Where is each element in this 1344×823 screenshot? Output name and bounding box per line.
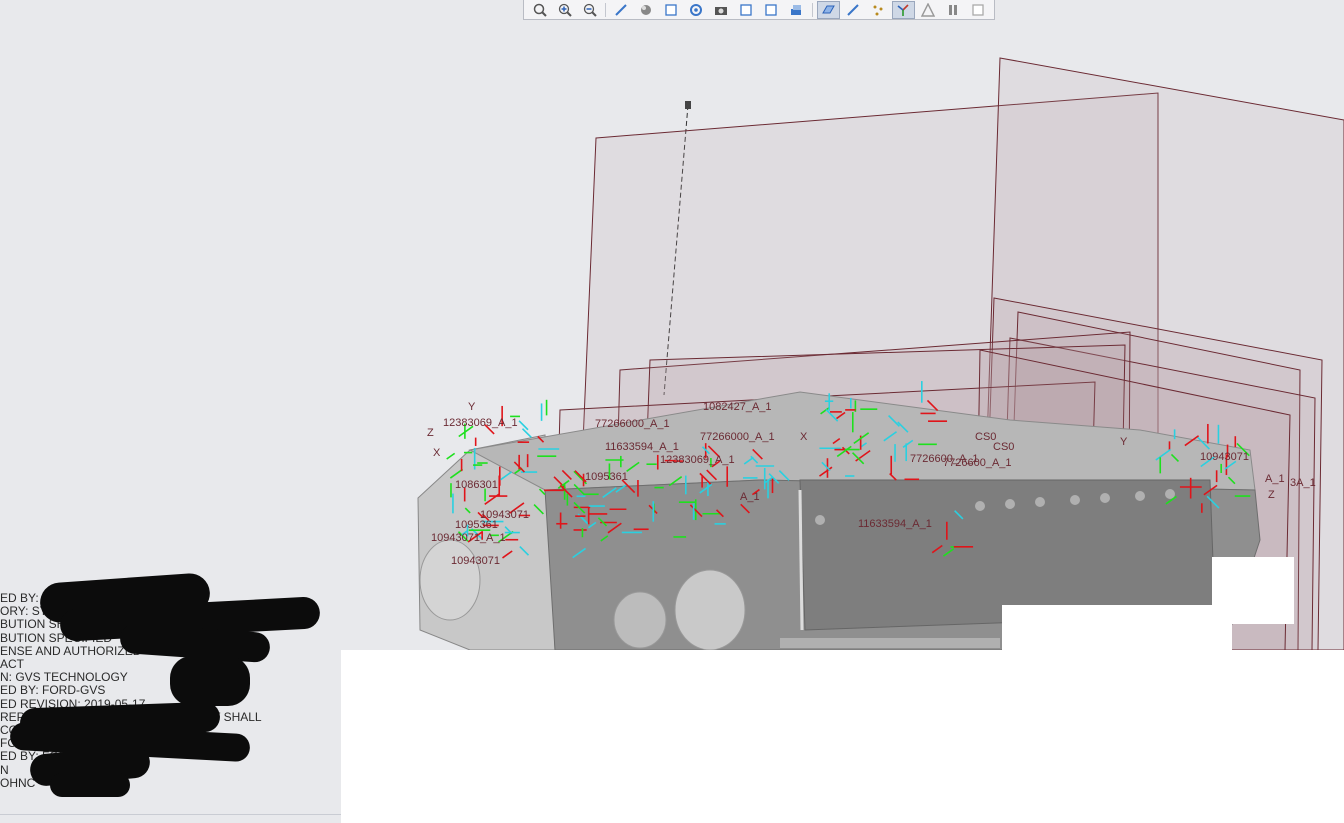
model-vent xyxy=(780,638,1000,648)
feature-label: X xyxy=(433,447,441,459)
regenerate-button[interactable] xyxy=(967,1,990,19)
csys-display-button[interactable] xyxy=(891,0,915,19)
saved-views-button[interactable] xyxy=(660,1,683,19)
note-line: N xyxy=(0,762,9,777)
feature-label: 1095361 xyxy=(455,519,498,531)
feature-label: 77266000_A_1 xyxy=(700,431,775,443)
feature-label: 3A_1 xyxy=(1290,477,1316,489)
view-manager-icon xyxy=(690,3,703,16)
csys-axis xyxy=(446,452,456,460)
saved-views-icon xyxy=(665,3,678,16)
note-line: ED BY: FORD-GVS xyxy=(0,683,106,698)
zoom-out-button[interactable] xyxy=(578,1,601,19)
csys-axis xyxy=(518,420,529,431)
feature-label: Z xyxy=(1268,489,1275,501)
feature-label: 11633594_A_1 xyxy=(858,518,932,530)
feature-label: 12383069_A_1 xyxy=(660,454,735,466)
pause-icon xyxy=(949,4,958,15)
note-line: ACT xyxy=(0,657,24,671)
layers-icon xyxy=(791,4,802,15)
feature-label: 1082427_A_1 xyxy=(703,401,772,413)
model-bolt xyxy=(1070,495,1080,505)
feature-label: 12383069_A_1 xyxy=(443,417,518,429)
zoom-fit-button[interactable] xyxy=(528,1,551,19)
axis-display-icon xyxy=(847,3,860,16)
warning-button[interactable] xyxy=(917,1,940,19)
feature-label: Z xyxy=(427,427,434,439)
feature-label: 1095361 xyxy=(585,471,628,483)
redaction-scribble xyxy=(170,656,250,706)
model-bolt xyxy=(975,501,985,511)
note-line: N: GVS TECHNOLOGY xyxy=(0,670,128,685)
bottom-divider xyxy=(0,814,341,815)
model-vertical-rib xyxy=(798,489,804,631)
csys-display-icon xyxy=(897,3,909,16)
zoom-in-button[interactable] xyxy=(553,1,576,19)
note-line: ENSE AND AUTHORIZED xyxy=(0,643,142,658)
csys-axis xyxy=(521,428,532,439)
model-circular-cover xyxy=(674,569,746,650)
feature-label: A_1 xyxy=(740,491,760,503)
pause-button[interactable] xyxy=(942,1,965,19)
feature-label: CS0 xyxy=(975,431,996,443)
regenerate-icon xyxy=(972,3,985,16)
point-display-icon xyxy=(873,5,883,15)
shading-icon xyxy=(641,4,652,15)
feature-label: 1086301 xyxy=(455,479,498,491)
feature-label: Y xyxy=(468,401,476,413)
feature-label: 10943071 xyxy=(451,555,500,567)
toolbar-separator xyxy=(811,2,813,17)
view-toolbar xyxy=(523,0,995,20)
repaint-button[interactable] xyxy=(610,1,633,19)
datum-display-button[interactable] xyxy=(735,1,758,19)
feature-label: 77266000_A_1 xyxy=(595,418,670,430)
point-display-button[interactable] xyxy=(867,1,890,19)
feature-label: X xyxy=(800,431,808,443)
model-circular-cover xyxy=(419,539,481,621)
zoom-in-icon xyxy=(558,3,572,17)
note-line: OHNC xyxy=(0,775,36,790)
redaction-scribble xyxy=(50,773,130,797)
camera-button[interactable] xyxy=(710,1,733,19)
zoom-out-icon xyxy=(583,3,597,17)
repaint-icon xyxy=(615,3,628,16)
zoom-fit-icon xyxy=(533,3,547,17)
white-overlay-panel-lower xyxy=(1002,605,1232,650)
plane-display-icon xyxy=(822,5,836,13)
graphics-viewport[interactable]: 12383069_A_1 77266000_A_1 1095361 10943071 1… xyxy=(0,20,1344,650)
warning-icon xyxy=(921,2,936,17)
model-bolt xyxy=(1100,493,1110,503)
datum-display-icon xyxy=(740,3,753,16)
model-circular-cover xyxy=(613,591,667,649)
lower-blank-panel xyxy=(341,650,1344,823)
camera-icon xyxy=(715,6,728,15)
model-bolt xyxy=(1035,497,1045,507)
feature-label: 10943071_A_1 xyxy=(431,532,506,544)
annotation-display-button[interactable] xyxy=(760,1,783,19)
model-bolt xyxy=(1165,489,1175,499)
plane-display-button[interactable] xyxy=(816,0,840,19)
shading-button[interactable] xyxy=(635,1,658,19)
model-bolt xyxy=(1005,499,1015,509)
view-manager-button[interactable] xyxy=(685,1,708,19)
model-bolt xyxy=(815,515,825,525)
feature-label: 7726600_A_1 xyxy=(910,453,979,465)
axis-display-button[interactable] xyxy=(842,1,865,19)
feature-label: Y xyxy=(1120,436,1128,448)
annotation-display-icon xyxy=(765,3,778,16)
feature-label: 11633594_A_1 xyxy=(605,441,679,453)
feature-label: A_1 xyxy=(1265,473,1285,485)
model-bolt xyxy=(1135,491,1145,501)
toolbar-separator xyxy=(605,2,606,17)
feature-label: 10943071 xyxy=(1200,451,1249,463)
layers-button[interactable] xyxy=(785,1,808,19)
